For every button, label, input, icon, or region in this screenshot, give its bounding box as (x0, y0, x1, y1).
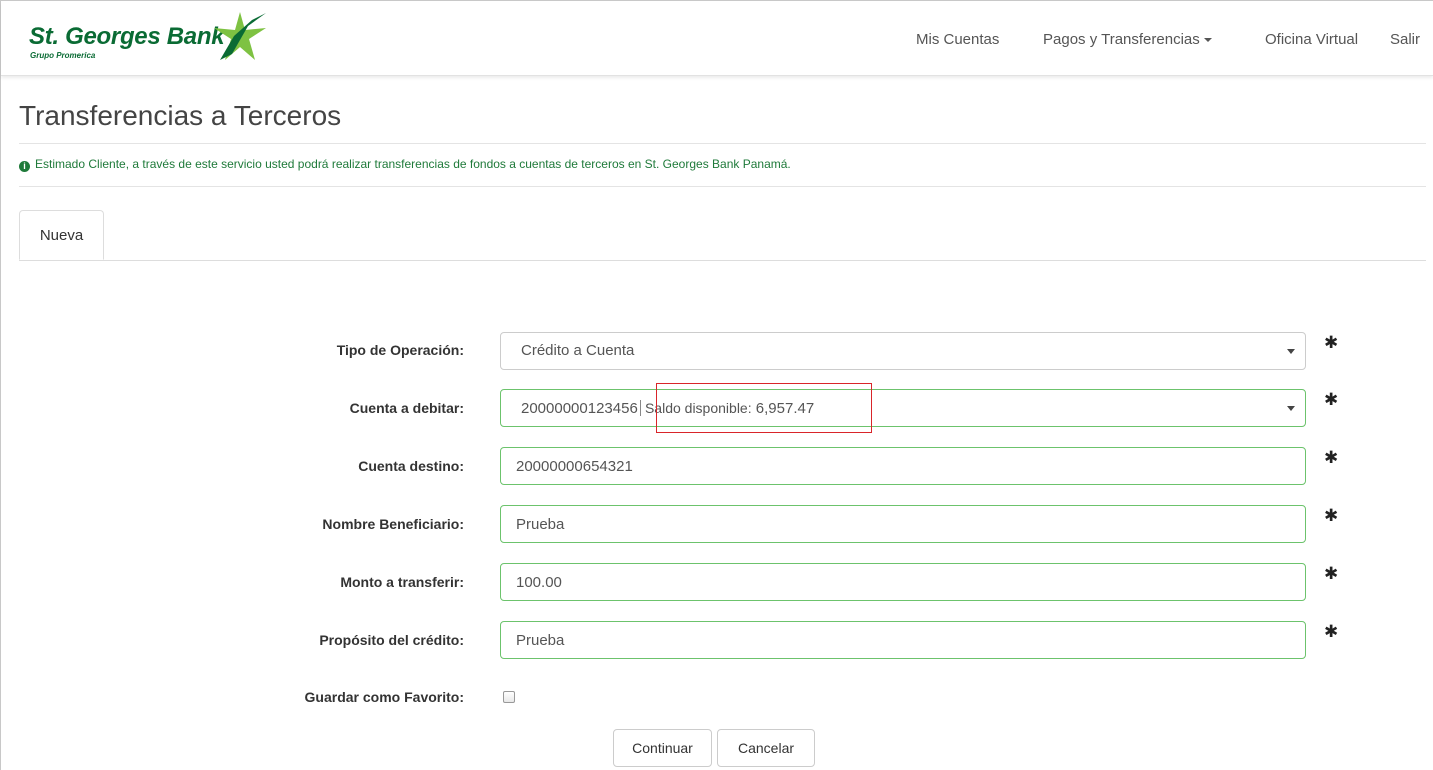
cuenta-debitar-account: 20000000123456 (521, 400, 638, 417)
divider (19, 186, 1426, 187)
saldo-value: 6,957.47 (755, 400, 815, 417)
required-mark: ✱ (1324, 506, 1339, 525)
select-cuenta-debitar[interactable]: 20000000123456 Saldo disponible: 6,957.4… (500, 389, 1306, 427)
input-proposito[interactable] (500, 621, 1306, 659)
label-cuenta-destino: Cuenta destino: (358, 458, 464, 474)
chevron-down-icon (1287, 406, 1295, 411)
label-nombre-beneficiario: Nombre Beneficiario: (322, 516, 464, 532)
label-proposito: Propósito del crédito: (319, 632, 464, 648)
required-mark: ✱ (1324, 564, 1339, 583)
label-tipo-operacion: Tipo de Operación: (336, 342, 464, 358)
window-frame-left (0, 0, 1, 770)
label-monto: Monto a transferir: (340, 574, 464, 590)
brand-subtitle: Grupo Promerica (30, 51, 96, 60)
nav-mis-cuentas[interactable]: Mis Cuentas (916, 31, 999, 48)
cancelar-button[interactable]: Cancelar (717, 729, 815, 767)
required-mark: ✱ (1324, 448, 1339, 467)
navbar: St. Georges Bank Grupo Promerica Mis Cue… (1, 1, 1433, 76)
input-monto[interactable] (500, 563, 1306, 601)
brand-name: St. Georges Bank (29, 23, 225, 50)
required-mark: ✱ (1324, 390, 1339, 409)
info-message: i Estimado Cliente, a través de este serv… (19, 157, 791, 172)
required-mark: ✱ (1324, 333, 1339, 352)
checkbox-favorito[interactable] (503, 691, 515, 703)
divider (19, 143, 1426, 144)
input-nombre-beneficiario[interactable] (500, 505, 1306, 543)
info-text: Estimado Cliente, a través de este servi… (35, 157, 791, 171)
select-tipo-operacion[interactable]: Crédito a Cuenta (500, 332, 1306, 370)
select-tipo-operacion-value: Crédito a Cuenta (521, 342, 635, 359)
nav-salir[interactable]: Salir (1390, 31, 1420, 48)
nav-oficina-virtual[interactable]: Oficina Virtual (1265, 31, 1358, 48)
input-cuenta-destino[interactable] (500, 447, 1306, 485)
tab-nueva[interactable]: Nueva (19, 210, 104, 260)
continuar-button[interactable]: Continuar (613, 729, 712, 767)
saldo-label: Saldo disponible: (644, 400, 752, 416)
info-circle-icon: i (19, 161, 30, 172)
star-logo-icon (214, 12, 266, 60)
required-mark: ✱ (1324, 622, 1339, 641)
label-cuenta-debitar: Cuenta a debitar: (349, 400, 464, 416)
caret-down-icon (1203, 38, 1212, 43)
nav-pagos-label: Pagos y Transferencias (1043, 31, 1200, 48)
label-favorito: Guardar como Favorito: (304, 689, 464, 705)
nav-pagos-transferencias[interactable]: Pagos y Transferencias (1043, 31, 1212, 48)
page-title: Transferencias a Terceros (19, 100, 342, 131)
tabs-baseline (19, 260, 1426, 261)
brand-logo[interactable]: St. Georges Bank Grupo Promerica (29, 9, 279, 65)
chevron-down-icon (1287, 349, 1295, 354)
separator (639, 400, 641, 416)
